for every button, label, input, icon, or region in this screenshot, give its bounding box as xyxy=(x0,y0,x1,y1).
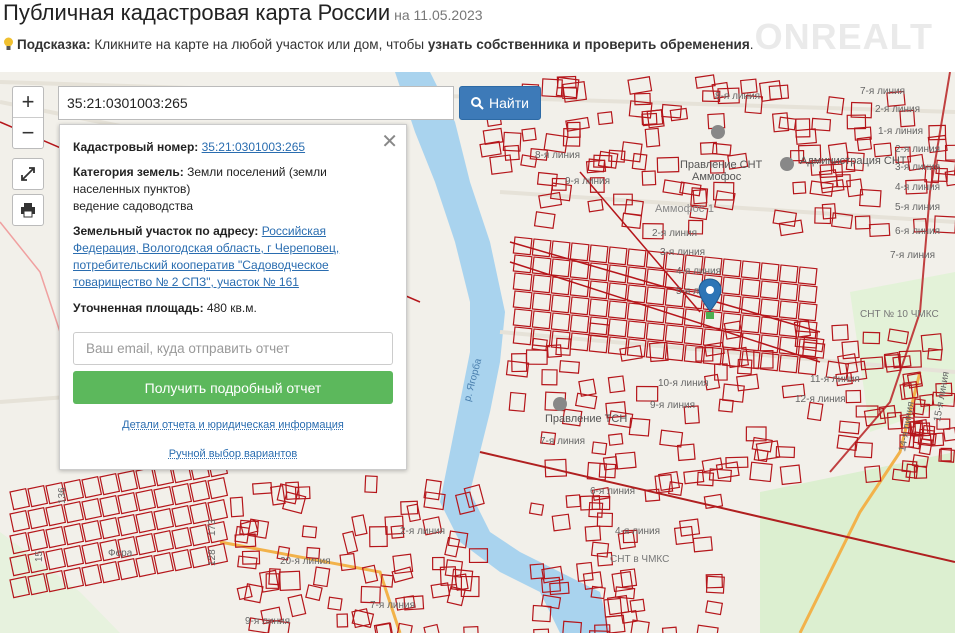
manual-select-link[interactable]: Ручной выбор вариантов xyxy=(60,448,406,460)
title-text: Публичная кадастровая карта России xyxy=(3,0,391,25)
zoom-out-button[interactable]: − xyxy=(13,117,43,148)
print-button[interactable] xyxy=(12,194,44,226)
zoom-control: + − xyxy=(12,86,44,149)
street-label: 10-я линия xyxy=(658,378,709,389)
address-row: Земельный участок по адресу: Российская … xyxy=(73,223,393,291)
cadastral-label: Кадастровый номер: xyxy=(73,140,199,154)
street-label: 2-я линия xyxy=(652,228,697,239)
street-label: 7-я линия xyxy=(860,86,905,97)
land-usage: ведение садоводства xyxy=(73,199,194,213)
place-label: Администрация СНТ xyxy=(800,155,907,167)
street-label: 4-я линия xyxy=(895,182,940,193)
street-label: 9-я линия xyxy=(245,616,290,627)
street-label: 8-я линия xyxy=(715,91,760,102)
street-label: 7-я линия xyxy=(890,250,935,261)
fullscreen-button[interactable] xyxy=(12,158,44,190)
cadastral-number-row: Кадастровый номер: 35:21:0301003:265 xyxy=(73,139,393,156)
poi-icon xyxy=(780,157,794,171)
area-value: 480 кв.м. xyxy=(203,301,257,315)
parcel-info-panel: ✕ Кадастровый номер: 35:21:0301003:265 К… xyxy=(59,124,407,470)
street-label: 2-я линия xyxy=(895,144,940,155)
watermark-logo: ONREALT xyxy=(754,16,933,57)
page-header: Публичная кадастровая карта России на 11.… xyxy=(0,0,955,72)
street-label: 8-я линия xyxy=(535,150,580,161)
street-label: 9-я линия xyxy=(650,400,695,411)
location-pin-icon[interactable] xyxy=(698,278,722,322)
title-date: на 11.05.2023 xyxy=(394,7,483,23)
lightbulb-icon xyxy=(4,37,13,50)
hint-label: Подсказка: xyxy=(17,37,91,52)
hint-bold-text: узнать собственника и проверить обремене… xyxy=(427,37,750,52)
street-label: 2-я линия xyxy=(875,104,920,115)
email-input[interactable]: Ваш email, куда отправить отчет xyxy=(73,332,393,365)
street-label: 3-я линия xyxy=(660,247,705,258)
street-label: 4-я линия xyxy=(615,526,660,537)
street-label: 4-я линия xyxy=(676,266,721,277)
street-label: 12-я линия xyxy=(795,394,846,405)
find-button[interactable]: Найти xyxy=(459,86,541,120)
find-button-label: Найти xyxy=(489,95,529,111)
expand-icon xyxy=(21,167,35,181)
place-label: СНТ № 10 ЧМКС xyxy=(860,309,939,320)
street-label: 20-я линия xyxy=(280,556,331,567)
parcel-number: 128 xyxy=(207,549,218,566)
street-label: 1-я линия xyxy=(878,126,923,137)
search-icon xyxy=(471,96,484,110)
hint-text: Кликните на карте на любой участок или д… xyxy=(90,37,428,52)
category-label: Категория земель: xyxy=(73,165,184,179)
street-label: 9-я линия xyxy=(565,176,610,187)
street-label: Фера xyxy=(108,548,133,559)
place-label: СНТ в ЧМКС xyxy=(610,554,669,565)
details-link-text[interactable]: Детали отчета и юридическая информация xyxy=(122,419,344,431)
zoom-in-button[interactable]: + xyxy=(13,87,43,117)
place-label: Аммофос xyxy=(692,171,742,183)
place-label: Аммофос-1 xyxy=(655,203,714,215)
cadastral-search-input[interactable] xyxy=(58,86,454,120)
hint-end: . xyxy=(749,37,754,52)
page-title: Публичная кадастровая карта России на 11.… xyxy=(3,0,483,26)
area-label: Уточненная площадь: xyxy=(73,301,204,315)
address-label: Земельный участок по адресу: xyxy=(73,224,259,238)
street-label: 2-я линия xyxy=(400,526,445,537)
poi-icon xyxy=(553,397,567,411)
poi-icon xyxy=(711,125,725,139)
street-label: 5-я линия xyxy=(895,202,940,213)
parcel-number: 173 xyxy=(207,519,218,536)
street-label: 7-я линия xyxy=(540,436,585,447)
land-category-row: Категория земель: Земли поселений (земли… xyxy=(73,164,393,198)
street-label: 7-я линия xyxy=(370,600,415,611)
get-report-button[interactable]: Получить подробный отчет xyxy=(73,371,393,404)
place-label: Правление ТСН xyxy=(545,413,627,425)
details-link[interactable]: Детали отчета и юридическая информация xyxy=(60,419,406,431)
printer-icon xyxy=(21,203,35,218)
street-label: 11-я линия xyxy=(810,374,860,385)
manual-link-text[interactable]: Ручной выбор вариантов xyxy=(169,448,297,460)
street-label: 6-я линия xyxy=(590,486,635,497)
street-label: 6-я линия xyxy=(895,226,940,237)
parcel-number: 136 xyxy=(57,487,68,504)
cadastral-number-link[interactable]: 35:21:0301003:265 xyxy=(202,140,305,154)
place-label: Правление СНТ xyxy=(680,159,763,171)
hint-bar: Подсказка: Кликните на карте на любой уч… xyxy=(3,37,753,52)
area-row: Уточненная площадь: 480 кв.м. xyxy=(73,300,393,317)
parcel-number: 15 xyxy=(34,550,45,562)
